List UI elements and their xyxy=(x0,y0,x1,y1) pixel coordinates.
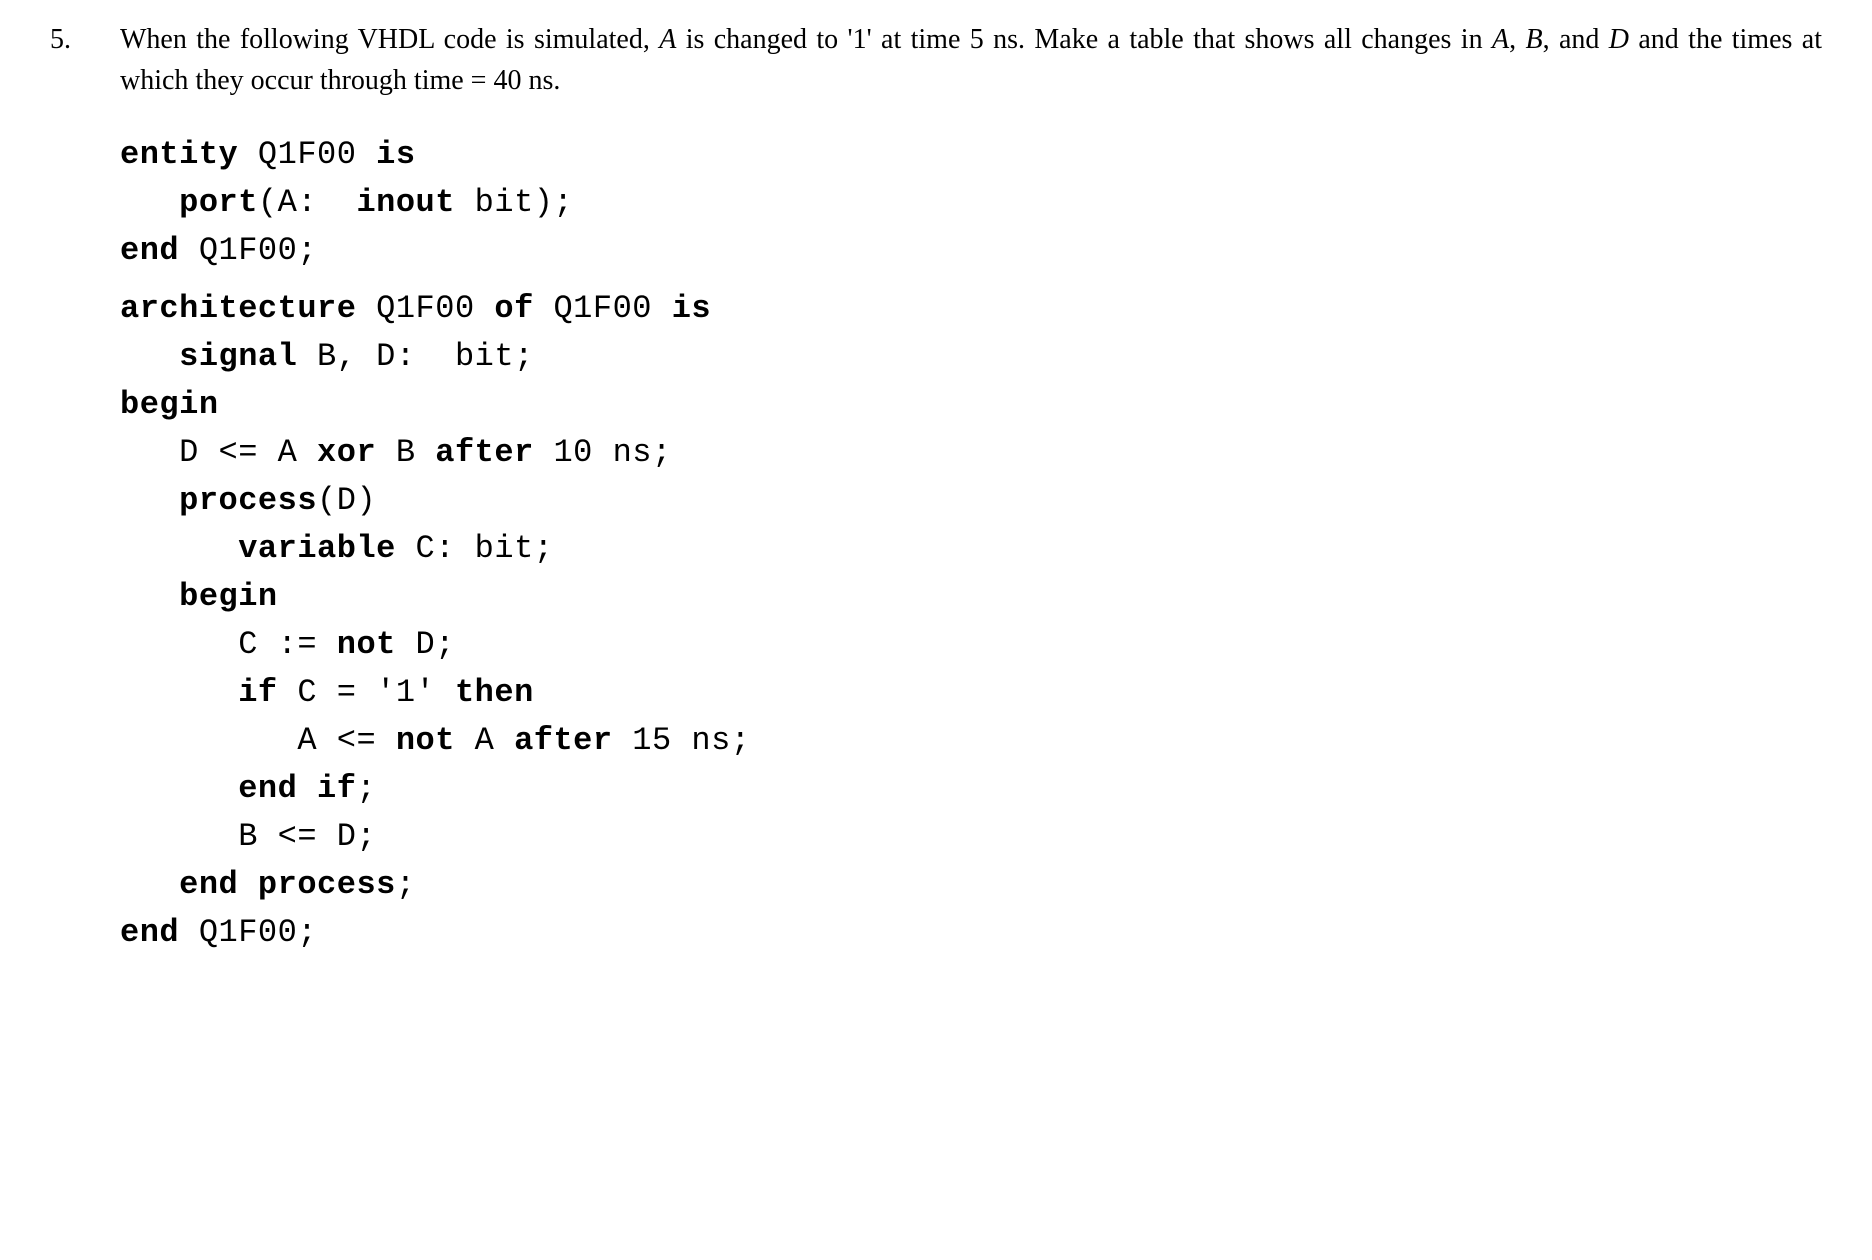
problem-container: 5. When the following VHDL code is simul… xyxy=(50,20,1822,957)
code-line: port(A: inout bit); xyxy=(120,179,1822,227)
code-line: end process; xyxy=(120,861,1822,909)
code-line: B <= D; xyxy=(120,813,1822,861)
code-line: architecture Q1F00 of Q1F00 is xyxy=(120,285,1822,333)
code-line: process(D) xyxy=(120,477,1822,525)
code-line: entity Q1F00 is xyxy=(120,131,1822,179)
code-line: A <= not A after 15 ns; xyxy=(120,717,1822,765)
code-line xyxy=(120,275,1822,285)
code-line: end if; xyxy=(120,765,1822,813)
code-line: end Q1F00; xyxy=(120,227,1822,275)
code-line: variable C: bit; xyxy=(120,525,1822,573)
code-line: end Q1F00; xyxy=(120,909,1822,957)
code-line: if C = '1' then xyxy=(120,669,1822,717)
code-line: begin xyxy=(120,381,1822,429)
problem-statement: When the following VHDL code is simulate… xyxy=(120,20,1822,101)
code-line: signal B, D: bit; xyxy=(120,333,1822,381)
code-line: D <= A xor B after 10 ns; xyxy=(120,429,1822,477)
code-line: C := not D; xyxy=(120,621,1822,669)
problem-body: When the following VHDL code is simulate… xyxy=(120,20,1822,957)
code-block: entity Q1F00 is port(A: inout bit);end Q… xyxy=(120,131,1822,957)
code-line: begin xyxy=(120,573,1822,621)
problem-number: 5. xyxy=(50,20,90,61)
